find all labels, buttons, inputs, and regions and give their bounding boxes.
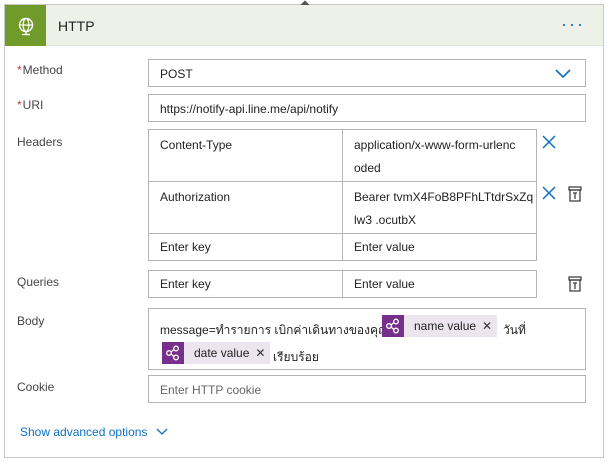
headers-label: Headers <box>17 135 63 149</box>
chevron-down-icon <box>156 428 168 435</box>
header-value: Bearer tvmX4FoB8PFhLTtdrSxZq lw3 .ocutbX <box>354 186 533 232</box>
header-key-cell[interactable]: Authorization <box>149 182 343 234</box>
cookie-label: Cookie <box>17 380 55 394</box>
body-text: เรียบร้อย <box>273 350 319 364</box>
method-select[interactable]: POST <box>148 59 586 87</box>
globe-icon <box>5 5 46 46</box>
query-key-input[interactable]: Enter key <box>149 271 343 297</box>
uri-label: *URI <box>17 98 44 112</box>
token-label: name value <box>414 319 477 333</box>
queries-label: Queries <box>17 275 60 289</box>
header-value: application/x-www-form-urlenc oded <box>354 134 515 180</box>
header-value-cell[interactable]: application/x-www-form-urlenc oded <box>343 130 536 182</box>
header-key: Content-Type <box>160 138 233 152</box>
advanced-options-label: Show advanced options <box>20 425 148 439</box>
connector-icon <box>382 315 404 337</box>
queries-table: Enter key Enter value <box>148 270 537 298</box>
token-label: date value <box>194 346 250 360</box>
card-header[interactable]: HTTP ··· <box>5 5 603 46</box>
query-key-placeholder: Enter key <box>160 277 211 291</box>
query-value-input[interactable]: Enter value <box>343 271 536 297</box>
show-advanced-options-link[interactable]: Show advanced options <box>20 425 168 439</box>
headers-table: Content-Type application/x-www-form-urle… <box>148 129 537 261</box>
uri-input[interactable]: https://notify-api.line.me/api/notify <box>148 94 586 122</box>
header-value-placeholder: Enter value <box>354 240 415 254</box>
remove-token-icon[interactable]: ✕ <box>255 346 270 360</box>
more-options-icon[interactable]: ··· <box>561 15 585 33</box>
header-value-line: application/x-www-form-urlenc <box>354 138 516 152</box>
header-key-placeholder: Enter key <box>160 240 211 254</box>
header-key-input[interactable]: Enter key <box>149 234 343 260</box>
header-value-line: Bearer tvmX4FoB8PFhLTtdrSxZq <box>354 190 534 204</box>
header-key-cell[interactable]: Content-Type <box>149 130 343 182</box>
chevron-down-icon <box>555 69 571 79</box>
body-input[interactable]: message=ทำรายการ เบิกค่าเดินทางของคุณ na… <box>148 308 586 370</box>
cookie-input[interactable]: Enter HTTP cookie <box>148 375 586 403</box>
http-action-card: HTTP ··· *Method POST *URI https://notif… <box>4 0 604 458</box>
remove-header-icon[interactable] <box>542 135 556 149</box>
header-key: Authorization <box>160 190 231 204</box>
body-text: วันที่ <box>503 323 526 337</box>
query-value-placeholder: Enter value <box>354 277 415 291</box>
switch-text-mode-icon[interactable] <box>568 276 582 292</box>
dynamic-content-token[interactable]: date value ✕ <box>162 342 271 364</box>
dynamic-content-token[interactable]: name value ✕ <box>382 315 498 337</box>
body-text: message=ทำรายการ เบิกค่าเดินทางของคุณ <box>160 323 390 337</box>
cookie-placeholder: Enter HTTP cookie <box>160 383 262 397</box>
remove-token-icon[interactable]: ✕ <box>482 319 497 333</box>
method-label: *Method <box>17 63 63 77</box>
body-label: Body <box>17 314 45 328</box>
header-value-line: oded <box>354 161 381 175</box>
uri-value: https://notify-api.line.me/api/notify <box>160 102 339 116</box>
connector-icon <box>162 342 184 364</box>
method-value: POST <box>160 67 193 81</box>
header-value-cell[interactable]: Bearer tvmX4FoB8PFhLTtdrSxZq lw3 .ocutbX <box>343 182 536 234</box>
remove-header-icon[interactable] <box>542 186 556 200</box>
switch-text-mode-icon[interactable] <box>568 186 582 202</box>
action-title: HTTP <box>58 18 95 34</box>
header-value-line: lw3 .ocutbX <box>354 213 417 227</box>
header-value-input[interactable]: Enter value <box>343 234 536 260</box>
